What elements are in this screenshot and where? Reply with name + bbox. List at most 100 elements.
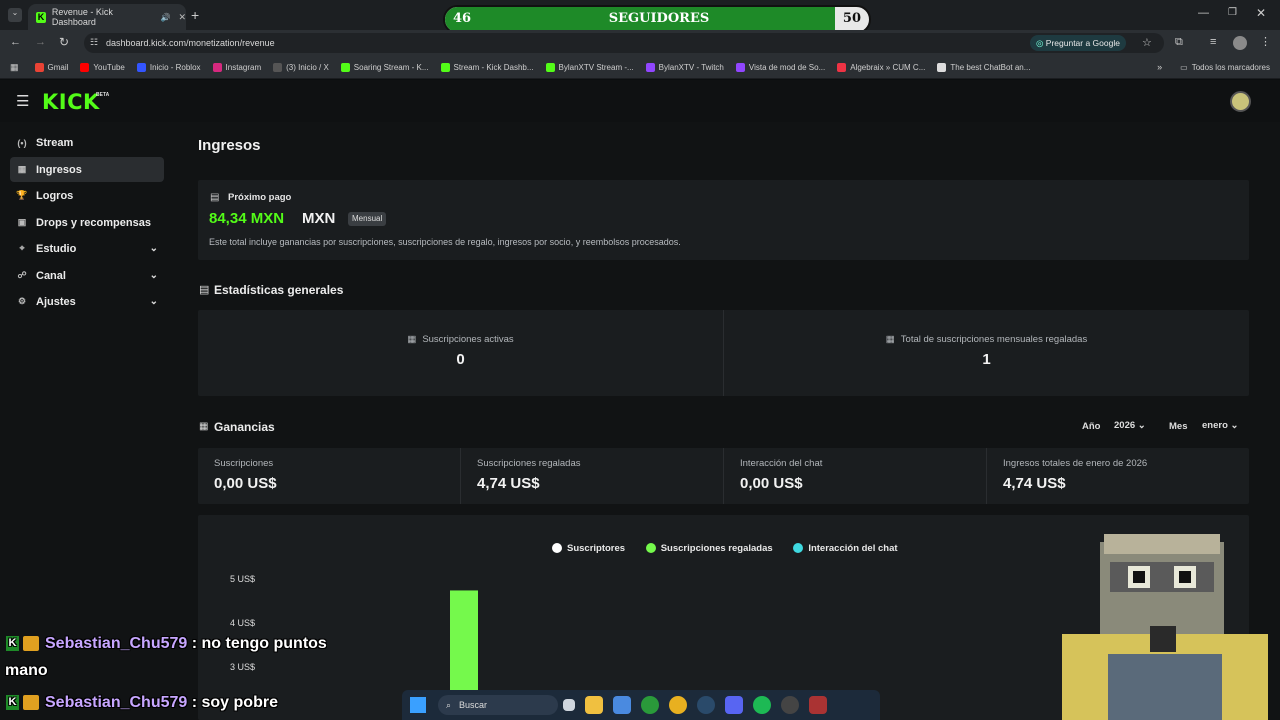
dashboard-top-nav: ☰ KICK BETA <box>0 80 1280 122</box>
kick-icon <box>340 62 350 72</box>
chat-message: K Sebastian_Chu579 : soy pobre <box>6 694 278 712</box>
chevron-down-icon[interactable]: ⌄ <box>150 270 158 281</box>
tab-close-icon[interactable]: ✕ <box>178 12 186 23</box>
chat-text: : no tengo puntos <box>191 635 327 652</box>
bookmark-gmail[interactable]: Gmail <box>34 62 68 72</box>
earning-total-value: 4,74 US$ <box>1003 475 1066 492</box>
sidebar-item-estudio[interactable]: ⌖ Estudio ⌄ <box>10 236 164 261</box>
bookmark-bylanxtv-stream[interactable]: BylanXTV Stream -... <box>545 62 634 72</box>
bookmark-bylanxtv-twitch[interactable]: BylanXTV - Twitch <box>645 62 724 72</box>
crown-badge-icon <box>23 636 39 652</box>
browser-tab-active[interactable]: K Revenue - Kick Dashboard 🔊 ✕ <box>28 4 186 30</box>
minimize-icon[interactable]: — <box>1198 7 1209 19</box>
active-subs-label: Suscripciones activas <box>422 334 514 345</box>
ask-google-button[interactable]: ◎ Preguntar a Google <box>1030 35 1126 51</box>
close-window-icon[interactable]: ✕ <box>1256 6 1266 20</box>
goal-target: 50 <box>842 11 861 26</box>
bookmark-youtube[interactable]: YouTube <box>80 62 125 72</box>
chevron-down-icon[interactable]: ⌄ <box>150 296 158 307</box>
earnings-divider <box>986 448 987 504</box>
taskbar-search-label: Buscar <box>459 700 488 710</box>
avatar-eye <box>1128 566 1150 588</box>
xbox-icon[interactable] <box>641 696 659 714</box>
browser-menu-icon[interactable]: ⋮ <box>1260 35 1271 48</box>
chevron-down-icon: ⌄ <box>1230 420 1239 431</box>
spotify-icon[interactable] <box>753 696 771 714</box>
tab-audio-icon[interactable]: 🔊 <box>160 13 170 22</box>
earnings-divider <box>460 448 461 504</box>
bookmark-roblox[interactable]: Inicio - Roblox <box>136 62 201 72</box>
avatar-hair <box>1104 534 1220 554</box>
youtube-icon <box>80 62 90 72</box>
algebraix-icon <box>837 62 847 72</box>
next-payment-currency: MXN <box>302 210 336 227</box>
extensions-icon[interactable]: ⧉ <box>1175 36 1183 49</box>
sidebar-item-label: Ingresos <box>36 163 82 176</box>
steam-icon[interactable] <box>697 696 715 714</box>
chevron-down-icon[interactable]: ⌄ <box>150 243 158 254</box>
bookmark-star-icon[interactable]: ☆ <box>1142 36 1152 49</box>
bookmark-soaring-stream[interactable]: Soaring Stream - K... <box>340 62 429 72</box>
chat-username: Sebastian_Chu579 <box>45 635 188 652</box>
new-tab-icon[interactable]: + <box>191 7 199 23</box>
gifted-subs-value: 1 <box>982 351 991 368</box>
file-explorer-icon[interactable] <box>585 696 603 714</box>
discord-icon[interactable] <box>725 696 743 714</box>
reload-icon[interactable]: ↻ <box>59 35 69 49</box>
instagram-icon <box>212 62 222 72</box>
back-icon[interactable]: ← <box>10 36 21 48</box>
gmail-icon <box>34 62 44 72</box>
taskbar-search[interactable]: ⌕ Buscar <box>438 695 558 715</box>
beta-badge: BETA <box>96 92 110 98</box>
obs-icon[interactable] <box>781 696 799 714</box>
store-icon[interactable] <box>613 696 631 714</box>
bookmark-instagram[interactable]: Instagram <box>212 62 261 72</box>
more-bookmarks-icon[interactable]: » <box>1157 62 1162 72</box>
task-view-icon[interactable] <box>563 699 575 711</box>
all-bookmarks-folder[interactable]: ▭ Todos los marcadores <box>1180 63 1270 72</box>
next-payment-label: Próximo pago <box>228 192 292 203</box>
url-field[interactable]: ☷ dashboard.kick.com/monetization/revenu… <box>84 33 1164 53</box>
app-icon[interactable] <box>809 696 827 714</box>
earning-subs: Suscripciones 0,00 US$ <box>214 458 277 492</box>
month-select[interactable]: enero ⌄ <box>1202 420 1238 431</box>
apps-grid-icon[interactable]: ▦ <box>10 62 19 73</box>
forward-icon[interactable]: → <box>35 36 46 48</box>
stats-icon: ▤ <box>199 284 210 296</box>
sidebar-item-stream[interactable]: (•) Stream <box>10 130 164 155</box>
hamburger-menu-icon[interactable]: ☰ <box>16 92 29 110</box>
restore-icon[interactable]: ❐ <box>1228 7 1237 18</box>
trophy-icon: 🏆 <box>16 190 28 200</box>
bookmark-kick-dashboard[interactable]: Stream - Kick Dashb... <box>440 62 534 72</box>
stat-active-subs: ▦ Suscripciones activas 0 <box>198 310 723 396</box>
reading-list-icon[interactable]: ≡ <box>1210 36 1216 48</box>
sidebar-item-logros[interactable]: 🏆 Logros <box>10 183 164 208</box>
url-text: dashboard.kick.com/monetization/revenue <box>106 38 275 48</box>
bookmark-mod-view[interactable]: Vista de mod de So... <box>735 62 825 72</box>
revenue-icon: ▦ <box>17 164 27 174</box>
bookmark-x[interactable]: (3) Inicio / X <box>273 62 329 72</box>
sidebar-item-label: Estudio <box>36 242 77 255</box>
bookmark-chatbot[interactable]: The best ChatBot an... <box>937 62 1030 72</box>
sidebar-item-label: Drops y recompensas <box>36 216 151 229</box>
active-subs-value: 0 <box>456 351 465 368</box>
user-avatar[interactable] <box>1230 91 1251 112</box>
tab-list-icon[interactable]: ⌄ <box>8 8 22 22</box>
sidebar-item-drops[interactable]: ▣ Drops y recompensas <box>10 210 164 235</box>
gift-icon: ▣ <box>17 217 27 227</box>
profile-avatar[interactable] <box>1233 36 1247 50</box>
sidebar-item-ingresos[interactable]: ▦ Ingresos <box>10 157 164 182</box>
kick-badge-icon: K <box>6 636 19 652</box>
windows-start-icon[interactable] <box>410 697 426 713</box>
kick-badge-icon: K <box>6 695 19 711</box>
sidebar-item-canal[interactable]: ☍ Canal ⌄ <box>10 263 164 288</box>
avatar-mouth <box>1150 626 1176 652</box>
chrome-icon[interactable] <box>669 696 687 714</box>
year-select[interactable]: 2026 ⌄ <box>1114 420 1146 431</box>
chat-username: Sebastian_Chu579 <box>45 694 188 711</box>
kick-logo[interactable]: KICK <box>42 90 100 114</box>
site-info-icon[interactable]: ☷ <box>90 37 98 48</box>
sidebar-item-ajustes[interactable]: ⚙ Ajustes ⌄ <box>10 289 164 314</box>
sidebar-item-label: Canal <box>36 269 66 282</box>
bookmark-algebraix[interactable]: Algebraix » CUM C... <box>837 62 925 72</box>
